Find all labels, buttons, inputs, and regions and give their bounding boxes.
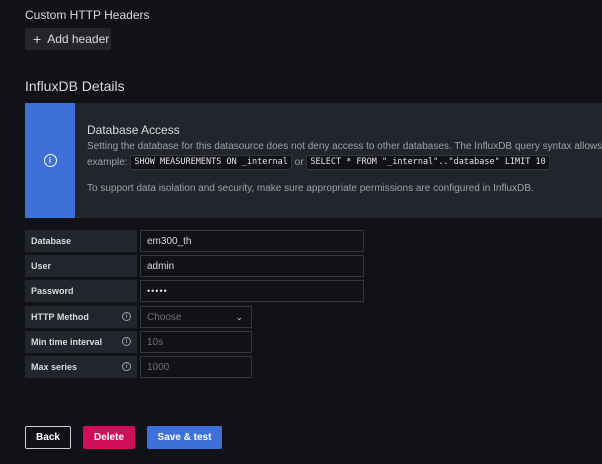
user-input[interactable]: admin xyxy=(140,255,364,277)
user-label-text: User xyxy=(31,261,52,271)
database-label: Database xyxy=(25,230,137,252)
custom-http-headers-title: Custom HTTP Headers xyxy=(25,8,150,22)
chevron-down-icon: ⌄ xyxy=(235,312,243,322)
min-time-interval-input[interactable]: 10s xyxy=(140,331,252,353)
example-prefix: example: xyxy=(87,157,128,169)
influxdb-details-title: InfluxDB Details xyxy=(25,78,125,94)
max-series-label-text: Max series xyxy=(31,362,78,372)
save-and-test-button[interactable]: Save & test xyxy=(147,426,222,449)
alert-text-line3: To support data isolation and security, … xyxy=(87,183,534,194)
alert-text-line1: Setting the database for this datasource… xyxy=(87,141,602,152)
alert-title: Database Access xyxy=(87,123,180,137)
add-header-label: Add header xyxy=(47,32,110,46)
add-header-button[interactable]: + Add header xyxy=(25,28,111,50)
example-or: or xyxy=(294,157,304,169)
plus-icon: + xyxy=(33,31,42,47)
info-circle-icon[interactable]: i xyxy=(122,312,131,321)
database-access-alert: i Database Access Setting the database f… xyxy=(25,103,602,218)
database-label-text: Database xyxy=(31,236,72,246)
info-circle-icon[interactable]: i xyxy=(122,337,131,346)
code-example-show-measurements: SHOW MEASUREMENTS ON _internal xyxy=(130,155,292,170)
max-series-label: Max series i xyxy=(25,356,137,378)
database-input[interactable]: em300_th xyxy=(140,230,364,252)
alert-icon-panel: i xyxy=(25,103,75,218)
password-label-text: Password xyxy=(31,286,74,296)
min-time-interval-label-text: Min time interval xyxy=(31,337,103,347)
info-circle-icon[interactable]: i xyxy=(122,362,131,371)
http-method-label: HTTP Method i xyxy=(25,306,137,328)
user-label: User xyxy=(25,255,137,277)
password-input[interactable]: ••••• xyxy=(140,280,364,302)
password-label: Password xyxy=(25,280,137,302)
info-circle-icon: i xyxy=(43,154,57,167)
code-example-select: SELECT * FROM "_internal".."database" LI… xyxy=(306,155,550,170)
max-series-input[interactable]: 1000 xyxy=(140,356,252,378)
alert-example-line: example: SHOW MEASUREMENTS ON _internal … xyxy=(87,155,550,170)
http-method-placeholder: Choose xyxy=(147,311,182,323)
http-method-label-text: HTTP Method xyxy=(31,312,89,322)
http-method-select[interactable]: Choose ⌄ xyxy=(140,306,252,328)
delete-button[interactable]: Delete xyxy=(83,426,135,449)
min-time-interval-label: Min time interval i xyxy=(25,331,137,353)
back-button[interactable]: Back xyxy=(25,426,71,449)
